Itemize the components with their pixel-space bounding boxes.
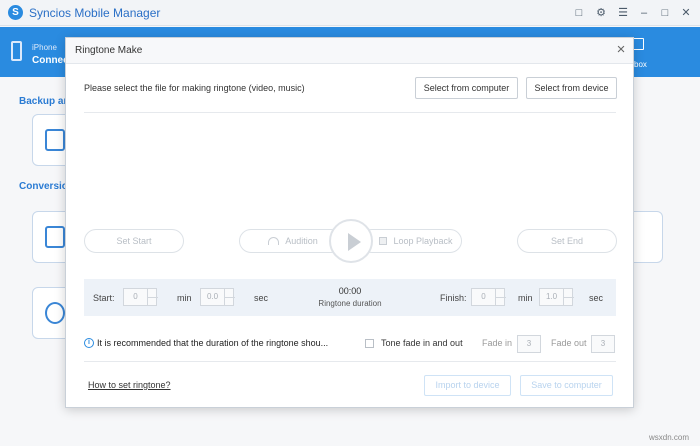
start-label: Start: — [93, 293, 115, 303]
loop-playback-label: Loop Playback — [393, 236, 453, 246]
start-min-stepper[interactable]: 0 — [123, 288, 158, 306]
finish-label: Finish: — [440, 293, 467, 303]
loop-playback-toggle[interactable]: Loop Playback — [360, 229, 462, 253]
start-sec-stepper[interactable]: 0.0 — [200, 288, 235, 306]
play-icon — [348, 233, 361, 251]
finish-min-value[interactable]: 0 — [472, 289, 495, 305]
min-unit: min — [518, 293, 533, 303]
tone-fade-label[interactable]: Tone fade in and out — [381, 338, 463, 348]
ringtone-duration-value: 00:00 — [338, 286, 362, 296]
set-end-button[interactable]: Set End — [517, 229, 617, 253]
dialog-title: Ringtone Make — [75, 45, 143, 56]
tone-fade-checkbox[interactable] — [365, 339, 374, 348]
time-settings-bar: Start: 0 min 0.0 sec 00:00 Ringtone dura… — [84, 279, 616, 316]
divider — [84, 361, 616, 362]
stepper-arrows[interactable] — [495, 289, 506, 305]
menu-icon[interactable]: ☰ — [615, 5, 631, 21]
how-to-set-ringtone-link[interactable]: How to set ringtone? — [88, 380, 171, 390]
finish-sec-value[interactable]: 1.0 — [540, 289, 563, 305]
device-name: iPhone — [32, 43, 57, 52]
audition-button[interactable]: Audition — [239, 229, 343, 253]
play-button[interactable] — [329, 219, 373, 263]
import-to-device-button[interactable]: Import to device — [424, 375, 511, 396]
title-bar: S Syncios Mobile Manager □ ⚙ ☰ – □ ✕ — [0, 0, 700, 26]
watermark: wsxdn.com — [649, 433, 690, 442]
select-from-computer-button[interactable]: Select from computer — [415, 77, 518, 99]
backup-icon — [45, 129, 65, 151]
close-icon[interactable]: ✕ — [678, 5, 694, 21]
save-to-computer-button[interactable]: Save to computer — [520, 375, 613, 396]
stepper-arrows[interactable] — [563, 289, 574, 305]
fade-in-label: Fade in — [482, 338, 513, 348]
duration-recommendation: It is recommended that the duration of t… — [97, 338, 329, 348]
divider — [84, 112, 616, 113]
app-title: Syncios Mobile Manager — [29, 6, 161, 20]
fade-settings-row: i It is recommended that the duration of… — [84, 334, 616, 354]
finish-min-stepper[interactable]: 0 — [471, 288, 506, 306]
gear-icon[interactable]: ⚙ — [593, 5, 609, 21]
audition-label: Audition — [285, 236, 318, 246]
select-from-device-button[interactable]: Select from device — [526, 77, 617, 99]
info-icon: i — [84, 338, 94, 348]
stepper-arrows[interactable] — [147, 289, 158, 305]
app-logo-icon: S — [8, 5, 23, 20]
toolbox-tab-label[interactable]: box — [634, 60, 647, 69]
photo-icon — [45, 226, 65, 248]
section-backup-title: Backup an — [19, 96, 70, 107]
feedback-icon[interactable]: □ — [571, 5, 587, 21]
set-start-button[interactable]: Set Start — [84, 229, 184, 253]
close-icon[interactable]: × — [613, 42, 629, 58]
phone-icon — [11, 41, 22, 61]
stepper-arrows[interactable] — [224, 289, 235, 305]
ringtone-make-dialog: Ringtone Make × Please select the file f… — [65, 37, 634, 408]
select-file-prompt: Please select the file for making ringto… — [84, 83, 305, 93]
fade-out-label: Fade out — [551, 338, 587, 348]
loop-checkbox[interactable] — [379, 237, 388, 245]
start-min-value[interactable]: 0 — [124, 289, 147, 305]
dialog-header: Ringtone Make × — [66, 38, 633, 64]
fade-in-input[interactable]: 3 — [517, 335, 541, 353]
maximize-icon[interactable]: □ — [657, 5, 673, 21]
headphones-icon — [268, 237, 280, 245]
ringtone-duration-label: Ringtone duration — [318, 299, 382, 308]
fade-out-input[interactable]: 3 — [591, 335, 615, 353]
minimize-icon[interactable]: – — [636, 5, 652, 21]
convert-icon — [45, 302, 65, 324]
start-sec-value[interactable]: 0.0 — [201, 289, 224, 305]
finish-sec-stepper[interactable]: 1.0 — [539, 288, 574, 306]
sec-unit: sec — [254, 293, 269, 303]
toolbox-icon[interactable] — [633, 38, 644, 50]
min-unit: min — [177, 293, 192, 303]
sec-unit: sec — [589, 293, 604, 303]
